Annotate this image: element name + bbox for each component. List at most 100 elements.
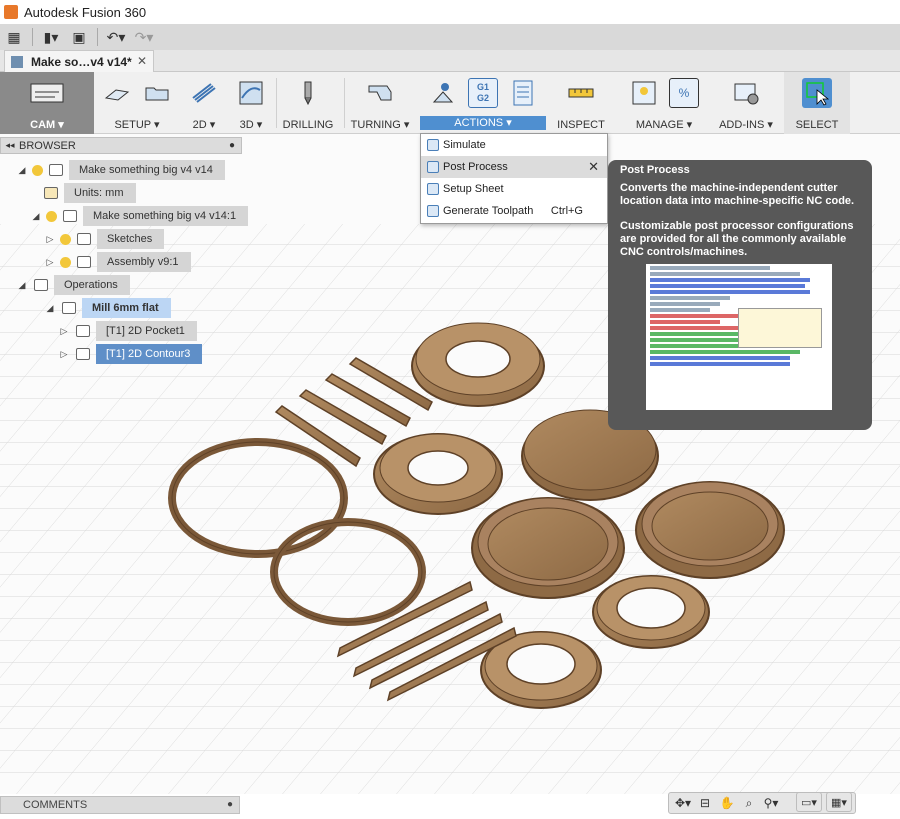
wood-rim-disc-center[interactable]	[471, 497, 625, 599]
2d-group[interactable]: 2D ▾	[180, 72, 228, 134]
zoom-icon[interactable]: ⌕	[739, 795, 759, 811]
collapse-triangle-icon[interactable]: ◢	[30, 211, 42, 222]
percent-text: %	[678, 86, 690, 100]
browser-pin-icon[interactable]: ●	[229, 140, 235, 151]
browser-header[interactable]: ◂◂ BROWSER ●	[0, 137, 242, 154]
measure-icon[interactable]	[566, 78, 596, 108]
add-ins-group[interactable]: ADD-INS ▾	[712, 72, 780, 134]
comments-panel[interactable]: COMMENTS ●	[0, 796, 240, 814]
toolpath-icon	[76, 348, 90, 360]
inspect-group[interactable]: INSPECT	[548, 72, 614, 134]
grid-settings-icon[interactable]: ▦▾	[826, 792, 852, 812]
tree-node-label: Mill 6mm flat	[82, 298, 171, 318]
file-icon[interactable]: ▮▾	[37, 25, 65, 49]
fusion-window: Autodesk Fusion 360 ▦ ▮▾ ▣ ↶▾ ↷▾ Make so…	[0, 0, 900, 819]
menu-item-generate-toolpath[interactable]: Generate Toolpath Ctrl+G	[421, 200, 607, 222]
toolbar-label-select: SELECT	[795, 119, 839, 131]
new-setup-icon[interactable]	[102, 78, 132, 108]
browser-title: BROWSER	[19, 139, 76, 152]
menu-item-post-process[interactable]: Post Process ✕	[421, 156, 607, 178]
tree-node-label: Units: mm	[64, 183, 136, 203]
tree-node-setup[interactable]: ◢ Mill 6mm flat	[44, 298, 171, 318]
turning-icon[interactable]	[365, 78, 395, 108]
actions-menu: Simulate Post Process ✕ Setup Sheet Gene…	[420, 133, 608, 224]
folder-icon	[77, 233, 91, 245]
3d-group[interactable]: 3D ▾	[228, 72, 274, 134]
visibility-bulb-icon[interactable]	[60, 256, 71, 268]
tree-node-pocket[interactable]: ▷ [T1] 2D Pocket1	[58, 321, 197, 341]
display-settings-icon[interactable]: ▭▾	[796, 792, 822, 812]
visibility-bulb-icon[interactable]	[32, 164, 43, 176]
tree-node-units[interactable]: Units: mm	[44, 183, 136, 203]
2d-toolpath-icon[interactable]	[189, 78, 219, 108]
undo-icon[interactable]: ↶▾	[102, 25, 130, 49]
actions-group[interactable]: G1 G2 ACTIONS ▾	[420, 72, 546, 134]
operations-icon	[34, 279, 48, 291]
component-icon	[77, 256, 91, 268]
wood-rim-disc-right[interactable]	[635, 481, 785, 579]
tree-node-component[interactable]: ◢ Make something big v4 v14:1	[30, 206, 249, 226]
post-process-icon[interactable]: G1 G2	[468, 78, 498, 108]
expand-triangle-icon[interactable]: ▷	[44, 257, 56, 268]
expand-triangle-icon[interactable]: ▷	[58, 326, 70, 337]
new-folder-icon[interactable]	[142, 78, 172, 108]
wood-ring-small-right[interactable]	[592, 575, 710, 649]
pan-icon[interactable]: ✋	[717, 795, 737, 811]
tooltip-title: Post Process	[620, 164, 690, 176]
drilling-group[interactable]: DRILLING	[276, 72, 340, 134]
menu-item-setup-sheet[interactable]: Setup Sheet	[421, 178, 607, 200]
tool-library-icon[interactable]	[629, 78, 659, 108]
close-tab-icon[interactable]: ✕	[137, 54, 147, 68]
tree-node-operations[interactable]: ◢ Operations	[16, 275, 130, 295]
tooltip-description-2: Customizable post processor configuratio…	[620, 220, 854, 258]
tree-node-contour[interactable]: ▷ [T1] 2D Contour3	[58, 344, 203, 364]
scripts-icon[interactable]	[731, 78, 761, 108]
component-icon	[63, 210, 77, 222]
setup-sheet-icon[interactable]	[508, 78, 538, 108]
qat-separator	[97, 28, 98, 46]
post-process-tooltip: Post Process Converts the machine-indepe…	[608, 160, 872, 430]
orbit-icon[interactable]: ✥▾	[673, 795, 693, 811]
g1-text: G1	[476, 82, 489, 92]
window-title: Autodesk Fusion 360	[24, 4, 147, 20]
zoom-window-icon[interactable]: ⚲▾	[761, 795, 781, 811]
expand-triangle-icon[interactable]: ▷	[58, 349, 70, 360]
manage-group[interactable]: % MANAGE ▾	[618, 72, 710, 134]
tree-node-assembly[interactable]: ▷ Assembly v9:1	[44, 252, 191, 272]
close-menu-icon[interactable]: ✕	[588, 159, 599, 175]
post-library-icon[interactable]: %	[669, 78, 699, 108]
redo-icon[interactable]: ↷▾	[130, 25, 158, 49]
wood-ring-top[interactable]	[411, 322, 545, 407]
turning-group[interactable]: TURNING ▾	[344, 72, 416, 134]
select-group[interactable]: SELECT	[784, 72, 850, 134]
drill-icon[interactable]	[293, 78, 323, 108]
setup-sheet-icon	[427, 183, 439, 195]
setup-group[interactable]: SETUP ▾	[96, 72, 178, 134]
tree-node-label: [T1] 2D Pocket1	[96, 321, 197, 341]
collapse-triangle-icon[interactable]: ◢	[44, 303, 56, 314]
document-tab[interactable]: Make so…v4 v14* ✕	[4, 50, 154, 72]
save-icon[interactable]: ▣	[65, 25, 93, 49]
app-logo-icon	[4, 5, 18, 19]
comments-expand-icon[interactable]: ●	[227, 799, 233, 810]
workspace-switcher[interactable]: CAM ▾	[0, 72, 94, 134]
tree-node-root[interactable]: ◢ Make something big v4 v14	[16, 160, 225, 180]
look-at-icon[interactable]: ⊟	[695, 795, 715, 811]
tree-node-sketches[interactable]: ▷ Sketches	[44, 229, 165, 249]
simulate-icon	[427, 139, 439, 151]
collapse-triangle-icon[interactable]: ◢	[16, 280, 28, 291]
collapse-triangle-icon[interactable]: ◢	[16, 165, 28, 176]
3d-toolpath-icon[interactable]	[236, 78, 266, 108]
expand-triangle-icon[interactable]: ▷	[44, 234, 56, 245]
toolbar-label-inspect: INSPECT	[557, 119, 605, 131]
select-arrow-icon[interactable]	[802, 78, 832, 108]
simulate-icon[interactable]	[428, 78, 458, 108]
collapse-browser-icon[interactable]: ◂◂	[1, 140, 19, 151]
visibility-bulb-icon[interactable]	[46, 210, 57, 222]
qat-separator	[32, 28, 33, 46]
visibility-bulb-icon[interactable]	[60, 233, 71, 245]
tooltip-description: Converts the machine-independent cutter …	[620, 182, 855, 207]
menu-item-simulate[interactable]: Simulate	[421, 134, 607, 156]
wood-ring-middle[interactable]	[373, 433, 503, 515]
grid-icon[interactable]: ▦	[0, 25, 28, 49]
